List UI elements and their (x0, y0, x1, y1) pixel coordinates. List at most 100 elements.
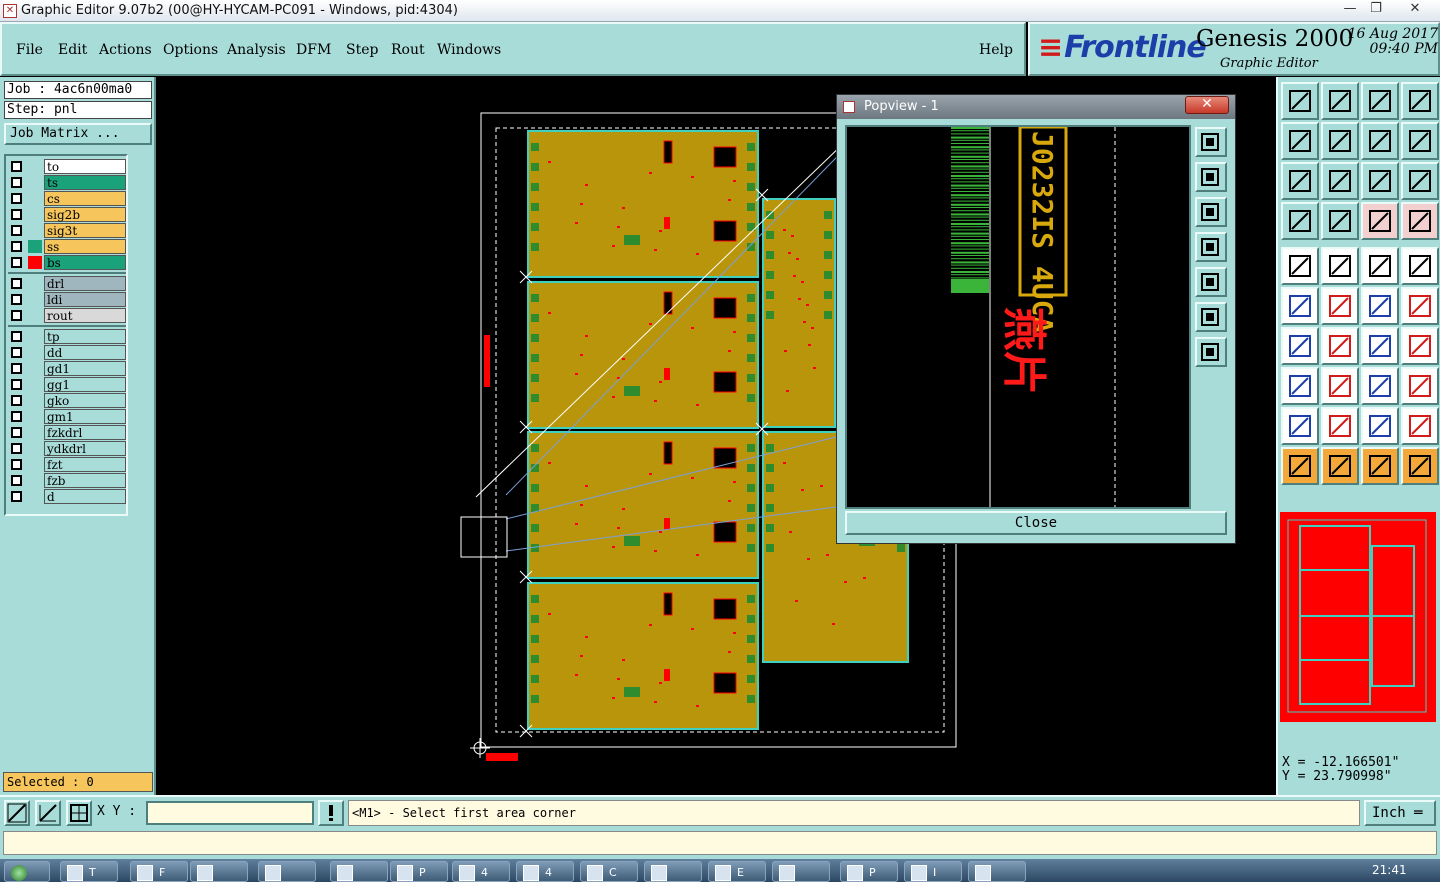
layer-row-ts[interactable]: ts (8, 175, 126, 190)
layer-name[interactable]: d (44, 489, 126, 504)
layer-checkbox[interactable] (11, 225, 22, 236)
xy-input[interactable] (146, 801, 314, 825)
one-to-one-tool-button[interactable] (1361, 162, 1399, 200)
layer-checkbox[interactable] (11, 278, 22, 289)
layer-checkbox[interactable] (11, 241, 22, 252)
layer-row-sig2b[interactable]: sig2b (8, 207, 126, 222)
arc-tool-button[interactable] (1401, 287, 1439, 325)
taskbar-task-9[interactable] (644, 861, 702, 882)
measure-tool-button[interactable] (1361, 367, 1399, 405)
layer-color-swatch[interactable] (28, 240, 42, 253)
layer-name[interactable]: fzkdrl (44, 425, 126, 440)
layer-name[interactable]: to (44, 159, 126, 174)
panel-minimap[interactable] (1278, 510, 1438, 724)
menu-help[interactable]: Help (979, 42, 1013, 58)
zoom-in-tool-button[interactable] (1281, 82, 1319, 120)
center-tool-button[interactable] (1321, 162, 1359, 200)
layer-checkbox[interactable] (11, 395, 22, 406)
layer-color-swatch[interactable] (28, 224, 42, 237)
layer-name[interactable]: ss (44, 239, 126, 254)
layer-checkbox[interactable] (11, 177, 22, 188)
layer-name[interactable]: tp (44, 329, 126, 344)
taskbar-task-11[interactable] (772, 861, 830, 882)
layer-color-swatch[interactable] (28, 346, 42, 359)
layer-checkbox[interactable] (11, 331, 22, 342)
grid-tool-button[interactable] (1321, 202, 1359, 240)
home-tool-button[interactable] (1361, 82, 1399, 120)
layer-row-fzkdrl[interactable]: fzkdrl (8, 425, 126, 440)
help-tool-button[interactable] (1401, 162, 1439, 200)
layer-row-fzb[interactable]: fzb (8, 473, 126, 488)
layer-row-fzt[interactable]: fzt (8, 457, 126, 472)
popview-close-x-button[interactable]: ✕ (1185, 96, 1229, 114)
layer-color-swatch[interactable] (28, 458, 42, 471)
layer-checkbox[interactable] (11, 411, 22, 422)
pointer-tool-button[interactable] (1281, 447, 1319, 485)
fit-screen-tool-button[interactable] (1281, 162, 1319, 200)
menu-actions[interactable]: Actions (99, 42, 152, 58)
layer-color-swatch[interactable] (28, 277, 42, 290)
layer-checkbox[interactable] (11, 491, 22, 502)
grid-mode-button[interactable] (66, 800, 92, 826)
layer-color-swatch[interactable] (28, 330, 42, 343)
ruler-tool-button[interactable] (1361, 247, 1399, 285)
layer-row-to[interactable]: to (8, 159, 126, 174)
layer-name[interactable]: gko (44, 393, 126, 408)
popview-close-button[interactable]: Close (845, 511, 1227, 535)
layer-checkbox[interactable] (11, 209, 22, 220)
taskbar-task-12[interactable]: P (840, 861, 898, 882)
layer-row-cs[interactable]: cs (8, 191, 126, 206)
layer-checkbox[interactable] (11, 294, 22, 305)
copy-tool-button[interactable] (1401, 367, 1439, 405)
layer-name[interactable]: drl (44, 276, 126, 291)
layer-name[interactable]: gg1 (44, 377, 126, 392)
layer-color-swatch[interactable] (28, 490, 42, 503)
color-pick-tool-button[interactable] (1321, 247, 1359, 285)
layer-row-gko[interactable]: gko (8, 393, 126, 408)
triangle-tool-button[interactable] (1281, 407, 1319, 445)
menu-options[interactable]: Options (163, 42, 218, 58)
layer-row-gg1[interactable]: gg1 (8, 377, 126, 392)
taskbar-task-14[interactable] (968, 861, 1026, 882)
pan-right-tool-button[interactable] (1321, 122, 1359, 160)
menu-dfm[interactable]: DFM (296, 42, 331, 58)
triangle-up-tool-button[interactable] (1321, 407, 1359, 445)
popview-pan-left-button[interactable] (1195, 232, 1227, 262)
layer-row-ydkdrl[interactable]: ydkdrl (8, 441, 126, 456)
layer-row-sig3t[interactable]: sig3t (8, 223, 126, 238)
start-button[interactable] (4, 861, 50, 882)
layer-name[interactable]: ydkdrl (44, 441, 126, 456)
layer-checkbox[interactable] (11, 379, 22, 390)
snap-mode-button[interactable] (4, 800, 30, 826)
layer-row-d[interactable]: d (8, 489, 126, 504)
triangle-blue-tool-button[interactable] (1401, 407, 1439, 445)
taskbar-task-8[interactable]: C (580, 861, 638, 882)
layer-checkbox[interactable] (11, 193, 22, 204)
layer-color-swatch[interactable] (28, 362, 42, 375)
taskbar-task-5[interactable]: P (390, 861, 448, 882)
layer-color-swatch[interactable] (28, 293, 42, 306)
rotate-tool-button[interactable] (1401, 122, 1439, 160)
pointer-multi-tool-button[interactable] (1401, 447, 1439, 485)
layer-row-dd[interactable]: dd (8, 345, 126, 360)
layer-color-swatch[interactable] (28, 442, 42, 455)
layer-row-gm1[interactable]: gm1 (8, 409, 126, 424)
layer-name[interactable]: fzb (44, 473, 126, 488)
taskbar-task-0[interactable]: T (60, 861, 118, 882)
popview-zoom-fit-button[interactable] (1195, 302, 1227, 332)
layer-name[interactable]: dd (44, 345, 126, 360)
taskbar-task-13[interactable]: I (904, 861, 962, 882)
taskbar-task-7[interactable]: 4 (516, 861, 574, 882)
units-selector[interactable]: Inch ═ (1364, 800, 1436, 826)
layer-color-swatch[interactable] (28, 208, 42, 221)
pad-tool-button[interactable] (1401, 247, 1439, 285)
popview-zoom-center-button[interactable] (1195, 337, 1227, 367)
settings-tool-button[interactable] (1281, 202, 1319, 240)
taskbar-task-4[interactable] (330, 861, 388, 882)
layer-checkbox[interactable] (11, 443, 22, 454)
popview-zoom-home-button[interactable] (1195, 127, 1227, 157)
zoom-out-tool-button[interactable] (1321, 82, 1359, 120)
layer-color-swatch[interactable] (28, 410, 42, 423)
layer-checkbox[interactable] (11, 310, 22, 321)
menu-analysis[interactable]: Analysis (227, 42, 286, 58)
